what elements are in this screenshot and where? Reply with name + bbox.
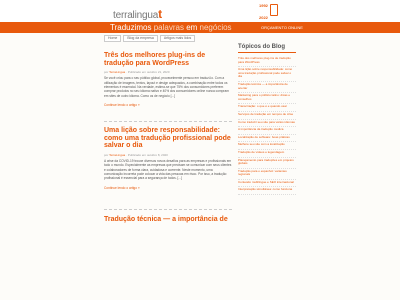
post-item: Tradução técnica — a importância de	[104, 216, 232, 224]
read-more-link[interactable]: Continue lendo o artigo »	[104, 103, 232, 107]
breadcrumb: Home Blog da empresa Artigos mais lidos	[104, 35, 196, 42]
tagline-part-2: em	[183, 23, 200, 32]
badge-icon	[269, 4, 278, 16]
breadcrumb-blog[interactable]: Blog da empresa	[123, 35, 158, 42]
post-author[interactable]: TerraLíngua	[109, 70, 125, 74]
post-author[interactable]: TerraLíngua	[109, 153, 125, 157]
post-meta: por TerraLíngua · Publicado em outubro 2…	[104, 70, 232, 74]
tagline: Traduzimos palavras em negócios	[110, 23, 232, 32]
sidebar-topic-link[interactable]: Como traduzir seu site para vários idiom…	[238, 120, 296, 128]
sidebar-title: Tópicos do Blog	[238, 44, 296, 53]
post-item: Três dos melhores plug-ins de tradução p…	[104, 52, 232, 107]
sidebar-topic-link[interactable]: Marketing para o público latino: dicas e…	[238, 93, 296, 105]
sidebar-topic-link[interactable]: Conteúdo multilíngue e SEO internacional	[238, 180, 296, 188]
terralingua-logo[interactable]: terralinguat	[113, 7, 162, 21]
post-title[interactable]: Uma lição sobre responsabilidade: como u…	[104, 127, 232, 150]
post-date: · Publicado em outubro 8, 2020	[125, 152, 168, 157]
sidebar-topic-link[interactable]: Localização de software: boas práticas	[238, 135, 296, 143]
sidebar-topic-link[interactable]: Melhore seu site com a localização	[238, 142, 296, 150]
logo-text: terralingua	[113, 10, 159, 21]
post-title[interactable]: Tradução técnica — a importância de	[104, 216, 232, 224]
breadcrumb-home[interactable]: Home	[104, 35, 122, 42]
post-divider	[104, 121, 232, 122]
site-header: terralinguat 1992 2022	[0, 0, 400, 22]
badge-line-2: 2022	[259, 15, 268, 20]
post-date: · Publicado em outubro 21, 2020	[125, 70, 170, 75]
post-title[interactable]: Três dos melhores plug-ins de tradução p…	[104, 52, 232, 67]
anniversary-badge: 1992 2022	[259, 4, 278, 20]
blog-topics-sidebar: Tópicos do Blog Três dos melhores plug-i…	[238, 44, 296, 196]
post-excerpt: A crise da COVID-19 trouxe diversos novo…	[104, 158, 232, 181]
tagline-highlight-2: negócios	[199, 23, 232, 32]
sidebar-topic-link[interactable]: A importância da tradução médica	[238, 127, 296, 135]
post-item: Uma lição sobre responsabilidade: como u…	[104, 127, 232, 190]
sidebar-topic-link[interactable]: Transcriação: o que é e quando usar	[238, 104, 296, 112]
sidebar-topic-link[interactable]: Serviços de tradução em tempos de crise	[238, 112, 296, 120]
post-divider	[104, 209, 232, 210]
sidebar-topic-link[interactable]: Planejamento para traduções em projetos …	[238, 158, 296, 169]
read-more-link[interactable]: Continue lendo o artigo »	[104, 186, 232, 190]
sidebar-topic-link[interactable]: Uma lição sobre responsabilidade: como u…	[238, 67, 296, 82]
breadcrumb-popular[interactable]: Artigos mais lidos	[159, 35, 196, 42]
sidebar-topic-link[interactable]: Três dos melhores plug-ins de tradução p…	[238, 56, 296, 68]
post-excerpt: Se você criou para o seu público global,…	[104, 76, 229, 98]
tagline-highlight-1: palavras	[153, 23, 184, 32]
sidebar-topic-link[interactable]: Tradução técnica — a importância de acer…	[238, 82, 296, 94]
tagline-part-1: Traduzimos	[110, 23, 154, 32]
badge-line-1: 1992	[259, 3, 268, 8]
sidebar-topic-link[interactable]: Interpretação simultânea: como funciona	[238, 187, 296, 196]
sidebar-topic-link[interactable]: Tradução para o espanhol: variantes regi…	[238, 169, 296, 180]
sidebar-topic-link[interactable]: Tradução de vídeos e legendagem	[238, 150, 296, 158]
quote-link[interactable]: ORÇAMENTO ONLINE	[261, 25, 303, 30]
logo-mark-icon: t	[158, 7, 162, 21]
post-meta: por TerraLíngua · Publicado em outubro 8…	[104, 153, 232, 157]
